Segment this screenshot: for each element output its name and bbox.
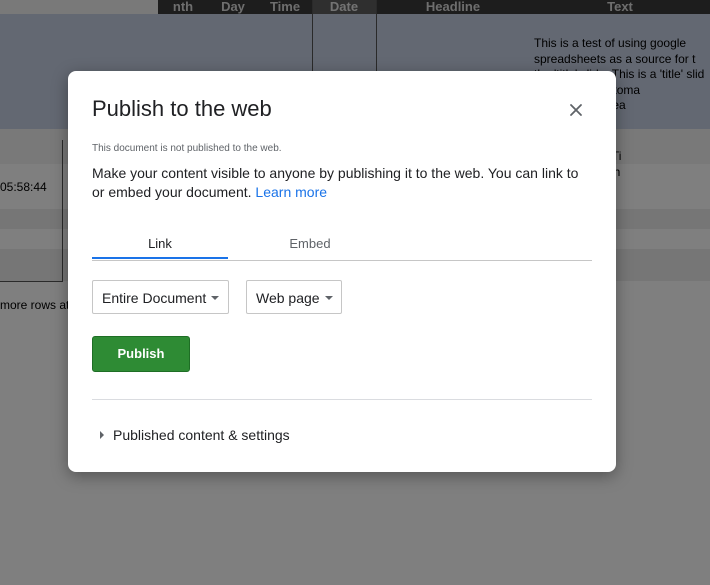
close-icon-glyph [570, 104, 582, 116]
chevron-down-icon [325, 296, 333, 300]
divider [92, 399, 592, 400]
chevron-down-icon [211, 296, 219, 300]
tab-bar: Link Embed [92, 235, 592, 261]
format-select[interactable]: Web page [246, 280, 342, 314]
document-select[interactable]: Entire Document [92, 280, 229, 314]
close-icon[interactable] [565, 99, 587, 121]
description-text: Make your content visible to anyone by p… [92, 165, 579, 200]
publish-status: This document is not published to the we… [92, 143, 282, 154]
dialog-title: Publish to the web [92, 96, 272, 121]
chevron-right-icon [100, 431, 104, 439]
expander-label: Published content & settings [113, 427, 290, 443]
learn-more-link[interactable]: Learn more [255, 184, 327, 200]
dialog-description: Make your content visible to anyone by p… [92, 164, 592, 202]
format-select-value: Web page [256, 290, 320, 306]
publish-button[interactable]: Publish [92, 336, 190, 372]
document-select-value: Entire Document [102, 290, 207, 306]
publish-dialog: Publish to the web This document is not … [68, 71, 616, 472]
tab-embed[interactable]: Embed [242, 235, 378, 259]
tab-link[interactable]: Link [92, 235, 228, 259]
published-settings-expander[interactable]: Published content & settings [92, 427, 290, 443]
